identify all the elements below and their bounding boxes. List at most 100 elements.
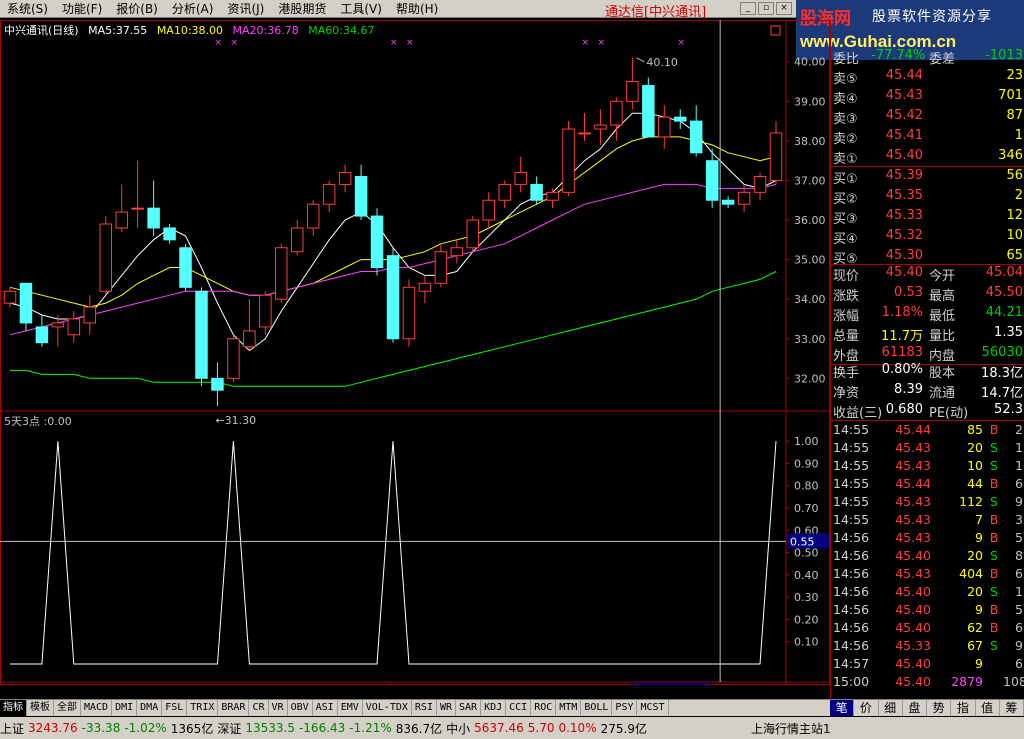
restore-button[interactable]: ▫	[758, 2, 774, 15]
menu-quote[interactable]: 报价(B)	[109, 0, 165, 17]
kline-chart[interactable]: 40.00 39.00 38.00 37.00 36.00 35.00 34.00 33.00…	[0, 20, 830, 685]
panel-tab[interactable]: 筹	[1000, 700, 1024, 716]
menu-hk-futures[interactable]: 港股期货	[271, 0, 333, 17]
zx-index-label: 中小	[446, 721, 471, 736]
indicator-tab[interactable]: 模板	[27, 700, 54, 716]
indicator-tab[interactable]: EMV	[338, 700, 363, 716]
ind-tick-label: 0.50	[794, 547, 819, 560]
indicator-tab[interactable]: CR	[249, 700, 269, 716]
indicator-tab[interactable]: BOLL	[581, 700, 613, 716]
stat-value: 1.35	[994, 325, 1023, 340]
buy-level-row[interactable]: 买③ 45.33 12	[831, 208, 1024, 228]
tick-direction: B	[989, 476, 999, 491]
ind-tick-label: 0.90	[794, 457, 819, 470]
candle	[243, 299, 256, 351]
sell-level-label: 卖①	[833, 152, 858, 167]
indicator-tab[interactable]: 指标	[0, 700, 27, 716]
panel-tab[interactable]: 值	[976, 700, 1000, 716]
sell-level-row[interactable]: 卖② 45.41 1	[831, 128, 1024, 148]
buy-level-row[interactable]: 买④ 45.32 10	[831, 228, 1024, 248]
indicator-tab[interactable]: DMI	[112, 700, 138, 716]
divider	[831, 420, 1024, 421]
sz-index-amount: 836.7亿	[395, 721, 443, 736]
candle	[275, 243, 288, 304]
sz-index-pct: -1.21%	[349, 721, 392, 735]
indicator-tab[interactable]: MTM	[556, 700, 582, 716]
signal-marker: ×	[677, 38, 685, 48]
panel-tab[interactable]: 细	[879, 700, 903, 716]
indicator-tab[interactable]: PSY	[612, 700, 638, 716]
tick-time: 14:55	[833, 476, 870, 491]
tick-count: 1	[1015, 458, 1023, 473]
candle	[370, 208, 384, 276]
candle	[163, 224, 176, 244]
stat-row: 净资 8.39 流通 14.7亿	[831, 382, 1024, 402]
indicator-tab[interactable]: MACD	[81, 700, 113, 716]
tick-row: 14:56 45.40 62 B 6	[831, 620, 1024, 638]
indicator-tab[interactable]: WR	[437, 700, 457, 716]
panel-tab[interactable]: 指	[951, 700, 976, 716]
stat-value: 8.39	[894, 382, 923, 397]
candle-body	[35, 326, 49, 344]
tick-row: 14:56 45.43 9 B 5	[831, 530, 1024, 548]
sell-level-row[interactable]: 卖① 45.40 346	[831, 148, 1024, 168]
candle-body	[610, 100, 623, 126]
indicator-tab[interactable]: CCI	[506, 700, 532, 716]
indicator-tab[interactable]: DMA	[137, 700, 163, 716]
candle	[306, 200, 320, 236]
stat-value: 45.50	[985, 285, 1023, 300]
stat-value: 0.53	[894, 285, 923, 300]
stat-value: 44.21	[985, 305, 1023, 320]
minimize-button[interactable]: _	[740, 2, 756, 15]
tick-direction: B	[989, 530, 999, 545]
panel-tab[interactable]: 势	[927, 700, 952, 716]
tick-time: 14:57	[833, 656, 870, 671]
menu-help[interactable]: 帮助(H)	[389, 0, 445, 17]
price-tick-label: 37.00	[794, 174, 826, 187]
indicator-tab[interactable]: OBV	[288, 700, 313, 716]
panel-tab[interactable]: 笔	[830, 700, 855, 716]
menu-news[interactable]: 资讯(J)	[220, 0, 271, 17]
tick-price: 45.40	[895, 620, 931, 635]
indicator-tab[interactable]: RSI	[412, 700, 437, 716]
candle	[498, 180, 511, 209]
candle	[386, 247, 400, 343]
menu-analysis[interactable]: 分析(A)	[165, 0, 221, 17]
sell-level-row[interactable]: 卖⑤ 45.44 23	[831, 68, 1024, 88]
buy-level-label: 买③	[833, 212, 858, 227]
menu-function[interactable]: 功能(F)	[55, 0, 109, 17]
panel-tabs: 笔价细盘势指值筹	[830, 699, 1024, 716]
indicator-tab[interactable]: FSL	[162, 700, 188, 716]
sell-level-label: 卖③	[833, 112, 858, 127]
menu-tools[interactable]: 工具(V)	[333, 0, 389, 17]
indicator-tab[interactable]: VR	[269, 700, 288, 716]
candle-body	[19, 282, 33, 324]
server-name[interactable]: 上海行情主站1	[751, 720, 831, 737]
panel-tab[interactable]: 盘	[903, 700, 927, 716]
buy-level-row[interactable]: 买① 45.39 56	[831, 168, 1024, 188]
indicator-tab[interactable]: VOL-TDX	[363, 700, 412, 716]
candle	[418, 275, 432, 304]
indicator-tab[interactable]: BRAR	[218, 700, 250, 716]
ind-tick-label: 0.40	[794, 569, 819, 582]
close-button[interactable]: ×	[776, 2, 792, 15]
legend-ma5: MA5:37.55	[88, 24, 148, 37]
sell-level-row[interactable]: 卖④ 45.43 701	[831, 88, 1024, 108]
indicator-tab[interactable]: TRIX	[187, 700, 219, 716]
menu-system[interactable]: 系统(S)	[0, 0, 55, 17]
buy-level-row[interactable]: 买② 45.35 2	[831, 188, 1024, 208]
tick-time: 14:55	[833, 440, 870, 455]
tick-row: 14:55 45.44 85 B 2	[831, 422, 1024, 440]
indicator-tab[interactable]: ASI	[313, 700, 338, 716]
indicator-tab[interactable]: MCST	[637, 700, 669, 716]
sell-level-row[interactable]: 卖③ 45.42 87	[831, 108, 1024, 128]
candle-body	[131, 207, 144, 210]
tick-time: 14:56	[833, 566, 870, 581]
indicator-tab[interactable]: ROC	[531, 700, 557, 716]
tick-row: 14:56 45.40 20 S 8	[831, 548, 1024, 566]
indicator-tab[interactable]: 全部	[54, 700, 81, 716]
indicator-tab[interactable]: SAR	[456, 700, 482, 716]
panel-tab[interactable]: 价	[854, 700, 879, 716]
indicator-tab[interactable]: KDJ	[481, 700, 507, 716]
indicator-panel: 1.000.900.800.700.600.500.400.300.200.10…	[0, 435, 829, 665]
